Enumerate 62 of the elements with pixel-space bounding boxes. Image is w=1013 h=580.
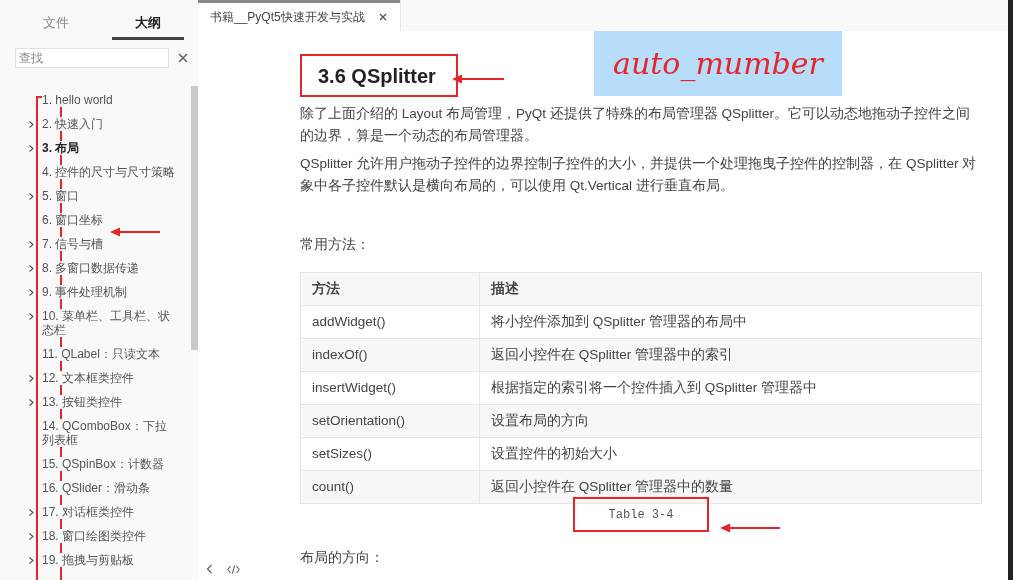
- chevron-icon[interactable]: [29, 288, 34, 296]
- table-cell: 设置布局的方向: [479, 404, 982, 438]
- outline-item[interactable]: 5. 窗口: [42, 189, 80, 203]
- sidebar-tab[interactable]: 大纲: [112, 12, 184, 40]
- chevron-icon[interactable]: [29, 312, 34, 320]
- chevron-icon[interactable]: [29, 556, 34, 564]
- table-cell: count(): [300, 470, 480, 504]
- chevron-icon[interactable]: [29, 144, 34, 152]
- chevron-icon[interactable]: [29, 264, 34, 272]
- outline-item[interactable]: 15. QSpinBox：计数器: [42, 457, 165, 471]
- outline-item[interactable]: 6. 窗口坐标: [42, 213, 104, 227]
- chevron-icon[interactable]: [29, 398, 34, 406]
- outline-item[interactable]: 12. 文本框类控件: [42, 371, 134, 385]
- outline-item[interactable]: 18. 窗口绘图类控件: [42, 529, 146, 543]
- sidebar-tab[interactable]: 文件: [20, 12, 92, 40]
- chevron-icon[interactable]: [29, 532, 34, 540]
- close-icon[interactable]: [378, 13, 387, 21]
- annotation-arrow: [720, 523, 780, 533]
- chevron-icon[interactable]: [29, 120, 34, 128]
- chevron-left-icon[interactable]: [206, 564, 213, 574]
- table-cell: 根据指定的索引将一个控件插入到 QSplitter 管理器中: [479, 371, 982, 405]
- chevron-icon[interactable]: [29, 240, 34, 248]
- tab-title: 书籍__PyQt5快速开发与实战: [210, 9, 365, 26]
- table-cell: indexOf(): [300, 338, 480, 372]
- table-cell: setOrientation(): [300, 404, 480, 438]
- paragraph: QSplitter 允许用户拖动子控件的边界控制子控件的大小，并提供一个处理拖曳子控件的控制器，在 QSplitter 对象中各子控件默认是横向布局的，可以使用 Qt.Vertical 进行垂直布局。: [300, 155, 978, 195]
- paragraph: 布局的方向：: [300, 549, 385, 568]
- table-cell: 将小控件添加到 QSplitter 管理器的布局中: [479, 305, 982, 339]
- close-icon[interactable]: [178, 53, 188, 63]
- section-heading: 3.6 QSplitter: [318, 63, 436, 89]
- outline-item[interactable]: 19. 拖拽与剪贴板: [42, 553, 134, 567]
- search-field[interactable]: 查找: [15, 48, 169, 68]
- table-cell: 返回小控件在 QSplitter 管理器中的数量: [479, 470, 982, 504]
- column-header: 方法: [300, 272, 480, 306]
- annotation-label: auto_mumber: [594, 31, 842, 96]
- outline-item[interactable]: 4. 控件的尺寸与尺寸策略: [42, 165, 176, 179]
- outline-item[interactable]: 3. 布局: [42, 141, 80, 155]
- annotation-arrow: [110, 227, 160, 237]
- table-caption: Table 3-4: [608, 506, 674, 524]
- outline-item[interactable]: 1. hello world: [42, 93, 113, 107]
- document-tab[interactable]: 书籍__PyQt5快速开发与实战: [198, 0, 400, 31]
- outline-item[interactable]: 17. 对话框类控件: [42, 505, 134, 519]
- outline-item[interactable]: 11. QLabel：只读文本: [42, 347, 160, 361]
- chevron-icon[interactable]: [29, 508, 34, 516]
- code-icon[interactable]: [227, 564, 240, 574]
- paragraph: 除了上面介绍的 Layout 布局管理，PyQt 还提供了特殊的布局管理器 QSplitter。它可以动态地拖动子控件之间的边界，算是一个动态的布局管理器。: [300, 105, 972, 145]
- outline-item[interactable]: 16. QSlider：滑动条: [42, 481, 151, 495]
- paragraph: 常用方法：: [300, 236, 371, 254]
- table-cell: setSizes(): [300, 437, 480, 471]
- chevron-icon[interactable]: [29, 192, 34, 200]
- outline-item[interactable]: 13. 按钮类控件: [42, 395, 122, 409]
- table-cell: 返回小控件在 QSplitter 管理器中的索引: [479, 338, 982, 372]
- table-cell: 设置控件的初始大小: [479, 437, 982, 471]
- column-header: 描述: [479, 272, 982, 306]
- outline-item[interactable]: 9. 事件处理机制: [42, 285, 128, 299]
- outline-item[interactable]: 8. 多窗口数据传递: [42, 261, 140, 275]
- scrollbar-thumb[interactable]: [191, 86, 198, 350]
- chevron-icon[interactable]: [29, 374, 34, 382]
- outline-item[interactable]: 7. 信号与槽: [42, 237, 104, 251]
- table-cell: insertWidget(): [300, 371, 480, 405]
- outline-item[interactable]: 2. 快速入门: [42, 117, 104, 131]
- table-cell: addWidget(): [300, 305, 480, 339]
